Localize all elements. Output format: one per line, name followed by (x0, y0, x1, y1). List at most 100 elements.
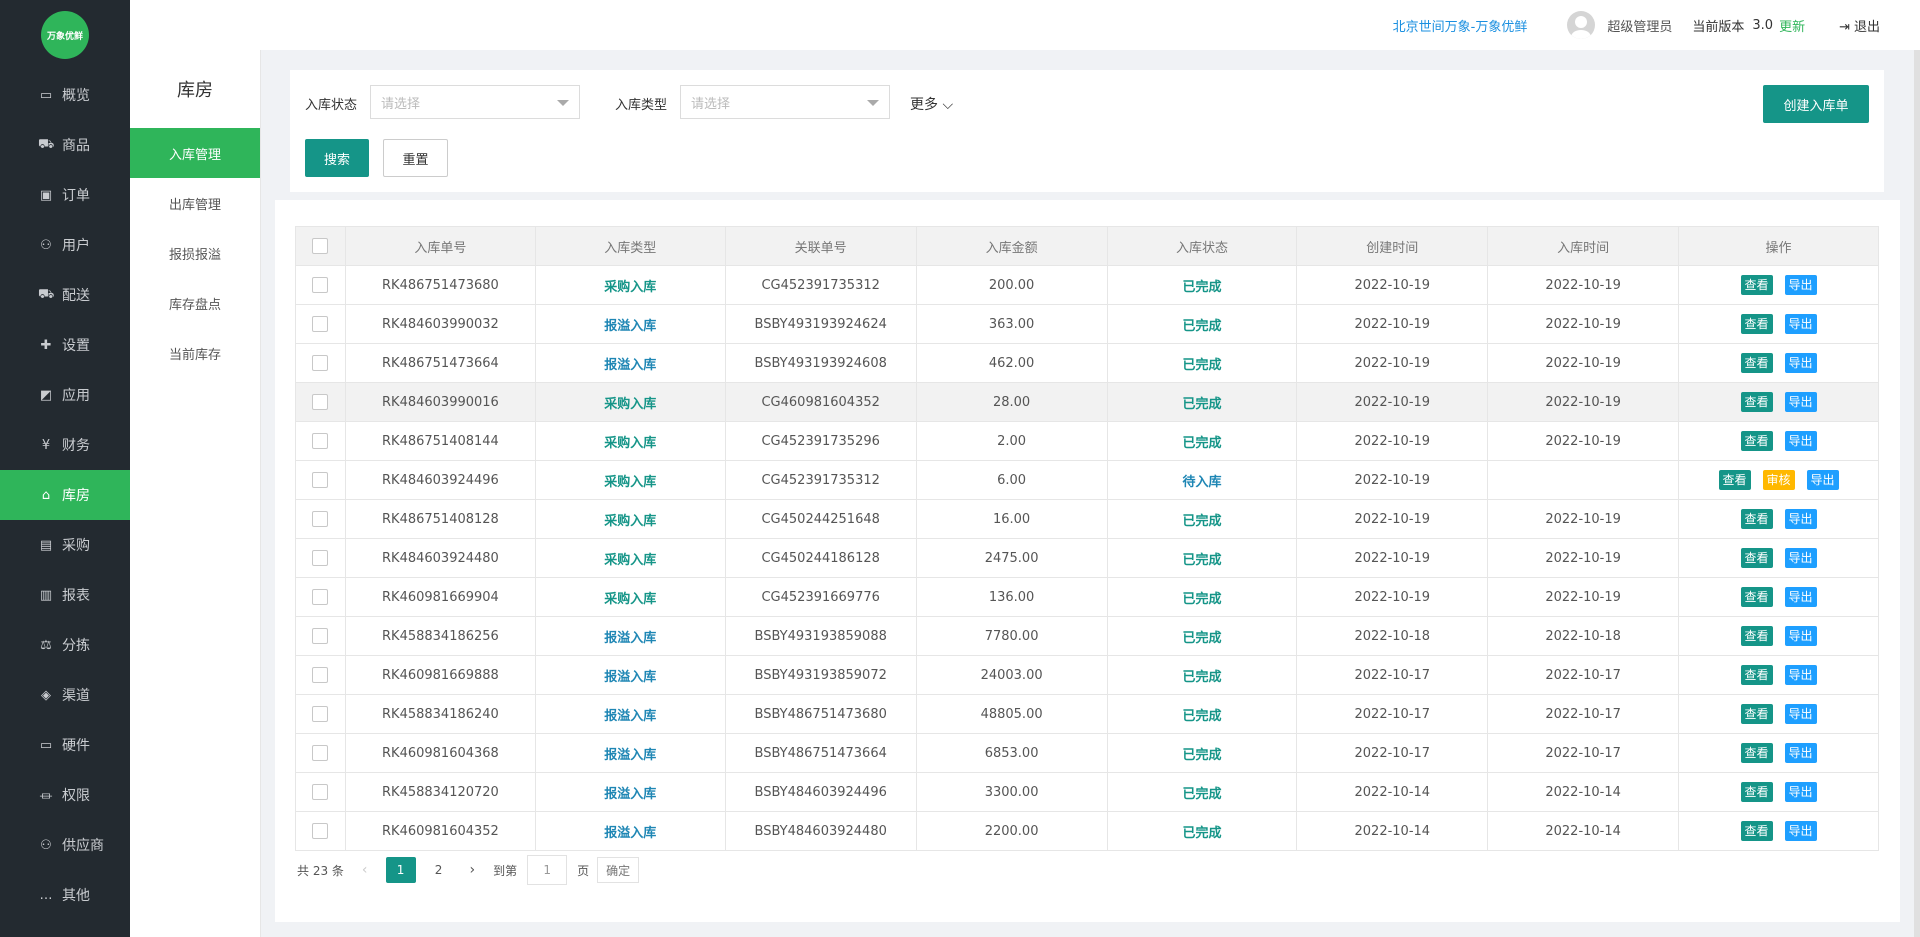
logout-button[interactable]: ⇥ 退出 (1839, 16, 1880, 35)
goto-page-input[interactable] (527, 855, 568, 885)
table-row[interactable]: RK486751408144 采购入库 CG452391735296 2.00 已完成 2… (295, 421, 1879, 461)
view-button[interactable]: 查看 (1718, 470, 1751, 490)
brand-logo[interactable]: 万象优鲜 (41, 11, 89, 59)
page-1[interactable]: 1 (385, 857, 416, 883)
avatar[interactable] (1567, 11, 1596, 39)
sub-nav-item[interactable]: 库存盘点 (130, 278, 260, 328)
nav-item[interactable]: ✚ 设置 (0, 320, 130, 370)
nav-item[interactable]: ▣ 订单 (0, 170, 130, 220)
export-button[interactable]: 导出 (1784, 782, 1817, 802)
row-checkbox[interactable] (312, 589, 329, 605)
view-button[interactable]: 查看 (1740, 821, 1773, 841)
row-checkbox[interactable] (312, 355, 329, 371)
view-button[interactable]: 查看 (1740, 665, 1773, 685)
page-scrollbar[interactable] (1914, 50, 1920, 937)
row-checkbox[interactable] (312, 706, 329, 722)
nav-item[interactable]: ¥ 财务 (0, 420, 130, 470)
row-checkbox[interactable] (312, 433, 329, 449)
row-checkbox[interactable] (312, 823, 329, 839)
sub-nav-item[interactable]: 入库管理 (130, 128, 260, 178)
row-checkbox[interactable] (312, 511, 329, 527)
row-checkbox[interactable] (312, 667, 329, 683)
nav-item[interactable]: ◩ 应用 (0, 370, 130, 420)
export-button[interactable]: 导出 (1784, 509, 1817, 529)
sub-nav-item[interactable]: 出库管理 (130, 178, 260, 228)
row-checkbox[interactable] (312, 784, 329, 800)
table-row[interactable]: RK484603990032 报溢入库 BSBY493193924624 363.00… (295, 304, 1879, 344)
reset-button[interactable]: 重置 (383, 139, 448, 177)
goto-confirm-button[interactable]: 确定 (597, 857, 640, 883)
export-button[interactable]: 导出 (1784, 743, 1817, 763)
nav-item[interactable]: ▭ 硬件 (0, 720, 130, 770)
table-row[interactable]: RK484603990016 采购入库 CG460981604352 28.00 已完成… (295, 382, 1879, 422)
table-row[interactable]: RK460981669904 采购入库 CG452391669776 136.00 已完… (295, 577, 1879, 617)
export-button[interactable]: 导出 (1784, 548, 1817, 568)
update-link[interactable]: 更新 (1779, 16, 1805, 35)
view-button[interactable]: 查看 (1740, 509, 1773, 529)
nav-item[interactable]: ⚇ 用户 (0, 220, 130, 270)
table-row[interactable]: RK486751473680 采购入库 CG452391735312 200.00 已完… (295, 265, 1879, 305)
export-button[interactable]: 导出 (1784, 314, 1817, 334)
nav-item[interactable]: ⚇ 供应商 (0, 820, 130, 870)
nav-item[interactable]: ⛟ 商品 (0, 120, 130, 170)
nav-item[interactable]: … 其他 (0, 870, 130, 920)
type-select[interactable]: 请选择 (680, 85, 890, 119)
view-button[interactable]: 查看 (1740, 704, 1773, 724)
nav-item[interactable]: ⛟ 配送 (0, 270, 130, 320)
export-button[interactable]: 导出 (1784, 431, 1817, 451)
export-button[interactable]: 导出 (1784, 626, 1817, 646)
view-button[interactable]: 查看 (1740, 353, 1773, 373)
next-page-icon[interactable]: › (470, 862, 476, 878)
export-button[interactable]: 导出 (1784, 353, 1817, 373)
table-row[interactable]: RK460981604352 报溢入库 BSBY484603924480 2200.0… (295, 811, 1879, 851)
status-select[interactable]: 请选择 (370, 85, 580, 119)
view-button[interactable]: 查看 (1740, 743, 1773, 763)
table-row[interactable]: RK460981604368 报溢入库 BSBY486751473664 6853.0… (295, 733, 1879, 773)
table-row[interactable]: RK460981669888 报溢入库 BSBY493193859072 24003.… (295, 655, 1879, 695)
nav-item[interactable]: ◈ 渠道 (0, 670, 130, 720)
table-row[interactable]: RK458834186240 报溢入库 BSBY486751473680 48805.… (295, 694, 1879, 734)
row-checkbox[interactable] (312, 316, 329, 332)
table-row[interactable]: RK458834186256 报溢入库 BSBY493193859088 7780.0… (295, 616, 1879, 656)
nav-item[interactable]: ⌂ 库房 (0, 470, 130, 520)
export-button[interactable]: 导出 (1784, 665, 1817, 685)
page-2[interactable]: 2 (424, 857, 454, 883)
export-button[interactable]: 导出 (1784, 392, 1817, 412)
create-inbound-button[interactable]: 创建入库单 (1763, 85, 1869, 123)
export-button[interactable]: 导出 (1784, 275, 1817, 295)
view-button[interactable]: 查看 (1740, 392, 1773, 412)
view-button[interactable]: 查看 (1740, 314, 1773, 334)
view-button[interactable]: 查看 (1740, 548, 1773, 568)
row-checkbox[interactable] (312, 745, 329, 761)
sub-nav-item[interactable]: 报损报溢 (130, 228, 260, 278)
table-row[interactable]: RK484603924480 采购入库 CG450244186128 2475.00 已… (295, 538, 1879, 578)
prev-page-icon[interactable]: ‹ (362, 862, 368, 878)
nav-item[interactable]: ▤ 采购 (0, 520, 130, 570)
export-button[interactable]: 导出 (1784, 704, 1817, 724)
select-all-checkbox[interactable] (312, 238, 329, 254)
nav-item[interactable]: ▭ 概览 (0, 70, 130, 120)
view-button[interactable]: 查看 (1740, 431, 1773, 451)
nav-item[interactable]: ⏛ 权限 (0, 770, 130, 820)
user-name[interactable]: 超级管理员 (1607, 16, 1672, 35)
table-row[interactable]: RK486751408128 采购入库 CG450244251648 16.00 已完成… (295, 499, 1879, 539)
row-checkbox[interactable] (312, 628, 329, 644)
view-button[interactable]: 查看 (1740, 587, 1773, 607)
nav-item[interactable]: ⚖ 分拣 (0, 620, 130, 670)
row-checkbox[interactable] (312, 550, 329, 566)
row-checkbox[interactable] (312, 277, 329, 293)
nav-item[interactable]: ▥ 报表 (0, 570, 130, 620)
table-row[interactable]: RK458834120720 报溢入库 BSBY484603924496 3300.0… (295, 772, 1879, 812)
view-button[interactable]: 查看 (1740, 275, 1773, 295)
table-row[interactable]: RK484603924496 采购入库 CG452391735312 6.00 待入库 2… (295, 460, 1879, 500)
export-button[interactable]: 导出 (1784, 587, 1817, 607)
view-button[interactable]: 查看 (1740, 626, 1773, 646)
view-button[interactable]: 查看 (1740, 782, 1773, 802)
row-checkbox[interactable] (312, 394, 329, 410)
table-row[interactable]: RK486751473664 报溢入库 BSBY493193924608 462.00… (295, 343, 1879, 383)
export-button[interactable]: 导出 (1784, 821, 1817, 841)
row-checkbox[interactable] (312, 472, 329, 488)
sub-nav-item[interactable]: 当前库存 (130, 328, 260, 378)
org-name-link[interactable]: 北京世间万象-万象优鲜 (1393, 16, 1528, 35)
search-button[interactable]: 搜索 (305, 139, 369, 177)
